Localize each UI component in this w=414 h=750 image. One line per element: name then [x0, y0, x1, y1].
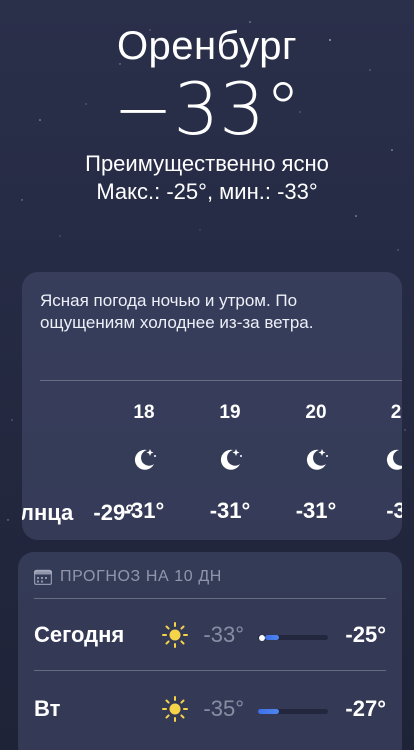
hour-label: 20: [305, 402, 327, 423]
temperature-range-fill: [258, 709, 279, 714]
forecast-high: -27°: [345, 696, 386, 721]
forecast-divider: [34, 598, 386, 599]
hour-column: 20 -31°: [286, 402, 346, 524]
temperature-range-bar: [258, 634, 328, 641]
moon-stars-icon: [366, 444, 402, 474]
forecast-divider: [34, 670, 386, 671]
forecast-day: Вт: [34, 696, 61, 721]
hourly-divider: [40, 380, 402, 381]
hour-temperature: -31°: [295, 498, 337, 523]
forecast-low: -35°: [203, 696, 244, 721]
temperature-range-fill: [265, 635, 279, 640]
hourly-forecast-card[interactable]: Ясная погода ночью и утром. По ощущениям…: [22, 272, 402, 540]
moon-stars-icon: [200, 444, 260, 474]
city-name: Оренбург: [116, 24, 298, 68]
current-temperature: −33°: [113, 67, 301, 151]
calendar-icon: [34, 569, 52, 585]
weather-condition: Преимущественно ясно: [85, 151, 329, 176]
forecast-high: -25°: [345, 622, 386, 647]
current-temperature-marker: [258, 634, 265, 641]
forecast-header-label: ПРОГНОЗ НА 10 ДН: [60, 568, 222, 585]
hour-label: 18: [133, 402, 155, 423]
hour-temperature: -31°: [123, 498, 165, 523]
hour-label: 2: [390, 402, 402, 423]
forecast-row-tuesday[interactable]: Вт -35° -27°: [34, 690, 386, 730]
hour-temperature: -3: [386, 498, 402, 523]
forecast-day: Сегодня: [34, 622, 125, 647]
moon-stars-icon: [114, 444, 174, 474]
forecast-low: -33°: [203, 622, 244, 647]
hour-label: 19: [219, 402, 241, 423]
moon-stars-icon: [286, 444, 346, 474]
hour-column: 19 -31°: [200, 402, 260, 524]
forecast-header: ПРОГНОЗ НА 10 ДН: [34, 568, 222, 586]
sunset-label-fragment: лнца: [22, 500, 74, 525]
hour-temperature: -31°: [209, 498, 251, 523]
forecast-row-today[interactable]: Сегодня -33° -25°: [34, 616, 386, 656]
current-weather-header: Оренбург −33° Преимущественно ясно Макс.…: [0, 22, 414, 206]
temperature-range: Макс.: -25°, мин.: -33°: [96, 179, 318, 204]
hour-column: 18 -31°: [114, 402, 174, 524]
temperature-range-bar: [258, 709, 328, 714]
hourly-summary: Ясная погода ночью и утром. По ощущениям…: [40, 291, 314, 332]
hour-column: 2 -3: [366, 402, 402, 524]
ten-day-forecast-card[interactable]: ПРОГНОЗ НА 10 ДН Сегодня -33° -25° Вт -3…: [18, 552, 402, 750]
